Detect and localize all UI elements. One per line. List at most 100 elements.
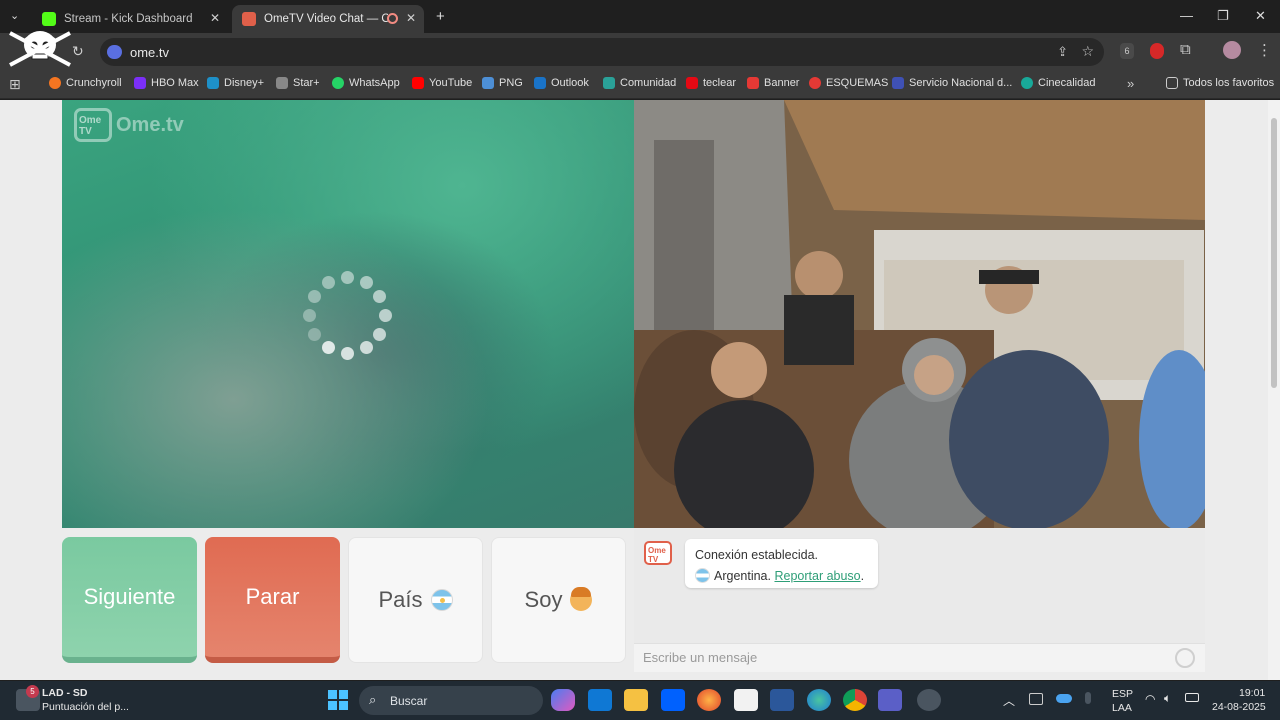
bookmark-starplus[interactable]: Star+	[276, 77, 320, 89]
close-icon[interactable]: ✕	[210, 11, 220, 25]
more-bookmarks-icon[interactable]: »	[1127, 76, 1134, 91]
message-input-area	[634, 643, 1205, 672]
url-text[interactable]: ome.tv	[130, 45, 169, 60]
kick-icon	[42, 12, 56, 26]
notification-badge: 5	[26, 685, 39, 698]
extension-counter[interactable]: 6	[1120, 43, 1134, 59]
new-tab-icon[interactable]: +	[436, 8, 445, 25]
spinner-dot	[359, 275, 373, 289]
clock-date[interactable]: 24-08-2025	[1212, 701, 1266, 713]
message-input[interactable]	[643, 650, 1163, 665]
clock-time[interactable]: 19:01	[1239, 687, 1265, 699]
taskbar-search[interactable]: ⌕ Buscar	[359, 686, 543, 715]
search-icon: ⌕	[369, 692, 377, 707]
bookmark-cinecalidad[interactable]: Cinecalidad	[1021, 77, 1095, 89]
language-indicator[interactable]: ESP	[1112, 688, 1133, 700]
bookmark-youtube[interactable]: YouTube	[412, 77, 472, 89]
volume-icon[interactable]: 🔈︎	[1164, 691, 1171, 706]
spinner-dot	[307, 327, 321, 341]
bookmark-outlook[interactable]: Outlook	[534, 77, 589, 89]
bookmark-esquemas[interactable]: ESQUEMAS	[809, 77, 888, 89]
maximize-icon[interactable]: ❐	[1217, 8, 1229, 24]
esquemas-icon	[809, 77, 821, 89]
edge-icon[interactable]	[807, 689, 831, 711]
widget-subtitle[interactable]: Puntuación del p...	[42, 701, 129, 713]
show-hidden-icons-icon[interactable]: ︿	[1003, 692, 1015, 709]
wifi-icon[interactable]: ◠	[1145, 692, 1155, 706]
country-button-label: País	[378, 587, 423, 612]
firefox-icon[interactable]	[697, 689, 721, 711]
settings-icon[interactable]	[917, 689, 941, 711]
stop-button-label: Parar	[245, 584, 300, 609]
onedrive-icon[interactable]	[1056, 694, 1072, 703]
word-icon[interactable]	[770, 689, 794, 711]
microphone-icon[interactable]	[1085, 692, 1091, 704]
extensions-puzzle-icon[interactable]: ⧉	[1180, 41, 1191, 58]
extension-icon[interactable]	[1150, 43, 1164, 59]
bookmark-whatsapp[interactable]: WhatsApp	[332, 77, 400, 89]
scrollbar-thumb[interactable]	[1271, 118, 1277, 388]
bookmark-banner[interactable]: Banner	[747, 77, 799, 89]
widget-title[interactable]: LAD - SD	[42, 687, 88, 699]
spinner-dot	[340, 346, 354, 360]
tab-search-chevron-icon[interactable]: ⌄	[10, 9, 19, 22]
outlook-icon	[534, 77, 546, 89]
emoji-icon[interactable]	[1175, 648, 1195, 668]
bookmark-teclear[interactable]: teclear	[686, 77, 736, 89]
bookmark-star-icon[interactable]: ☆	[1081, 43, 1094, 60]
recording-icon	[387, 13, 398, 24]
tab-ometv[interactable]: OmeTV Video Chat — Ome ✕	[232, 5, 424, 33]
bookmark-png[interactable]: PNG	[482, 77, 523, 89]
address-bar[interactable]: ome.tv ⇪ ☆	[100, 38, 1104, 66]
bookmark-crunchyroll[interactable]: Crunchyroll	[49, 77, 122, 89]
servicio-icon	[892, 77, 904, 89]
copilot-icon[interactable]	[551, 689, 575, 711]
apps-grid-icon[interactable]: ⊞	[9, 76, 21, 93]
argentina-flag-icon	[695, 568, 710, 583]
bookmark-servicio[interactable]: Servicio Nacional d...	[892, 77, 1012, 89]
close-icon[interactable]: ✕	[406, 11, 416, 25]
bookmark-comunidad[interactable]: Comunidad	[603, 77, 676, 89]
next-button[interactable]: Siguiente	[62, 537, 197, 663]
minimize-icon[interactable]: —	[1180, 8, 1193, 23]
amazon-icon[interactable]	[734, 689, 758, 711]
system-message: Conexión establecida. Argentina. Reporta…	[685, 539, 878, 588]
spinner-dot	[307, 289, 321, 303]
gender-select-button[interactable]: Soy	[491, 537, 626, 663]
site-info-icon[interactable]	[107, 45, 122, 59]
report-abuse-link[interactable]: Reportar abuso	[774, 569, 860, 583]
star-plus-icon	[276, 77, 288, 89]
meet-now-icon[interactable]	[1029, 693, 1043, 705]
outlook-icon[interactable]	[588, 689, 612, 711]
search-placeholder: Buscar	[390, 694, 428, 708]
teams-icon[interactable]	[878, 689, 902, 711]
tv-icon: Ome TV	[74, 108, 112, 142]
profile-avatar[interactable]	[1223, 41, 1241, 59]
file-explorer-icon[interactable]	[624, 689, 648, 711]
spinner-dot	[302, 308, 316, 322]
install-app-icon[interactable]: ⇪	[1057, 44, 1068, 60]
windows-start-icon[interactable]	[328, 690, 348, 710]
reload-icon[interactable]: ↻	[72, 43, 84, 60]
all-favorites[interactable]: Todos los favoritos	[1166, 77, 1274, 89]
chrome-icon[interactable]	[843, 689, 867, 711]
keyboard-layout[interactable]: LAA	[1112, 702, 1132, 714]
disney-icon	[207, 77, 219, 89]
connection-status: Conexión establecida.	[695, 548, 818, 562]
battery-icon[interactable]	[1185, 693, 1199, 702]
bookmark-disney[interactable]: Disney+	[207, 77, 264, 89]
gender-button-label: Soy	[524, 587, 563, 612]
page-scrollbar[interactable]	[1268, 100, 1280, 680]
window-close-icon[interactable]: ✕	[1255, 8, 1266, 24]
browser-toolbar: ↻ ome.tv ⇪ ☆ 6 ⧉ ⋮	[0, 31, 1280, 71]
stop-button[interactable]: Parar	[205, 537, 340, 663]
local-video	[62, 100, 634, 528]
bookmark-hbomax[interactable]: HBO Max	[134, 77, 199, 89]
dropbox-icon[interactable]	[661, 689, 685, 711]
straw-hat-skull-icon	[9, 31, 71, 67]
country-filter-button[interactable]: País	[348, 537, 483, 663]
menu-kebab-icon[interactable]: ⋮	[1257, 41, 1272, 59]
bookmarks-bar: ⊞ Crunchyroll HBO Max Disney+ Star+ What…	[0, 71, 1280, 99]
youtube-icon	[412, 77, 424, 89]
comunidad-icon	[603, 77, 615, 89]
